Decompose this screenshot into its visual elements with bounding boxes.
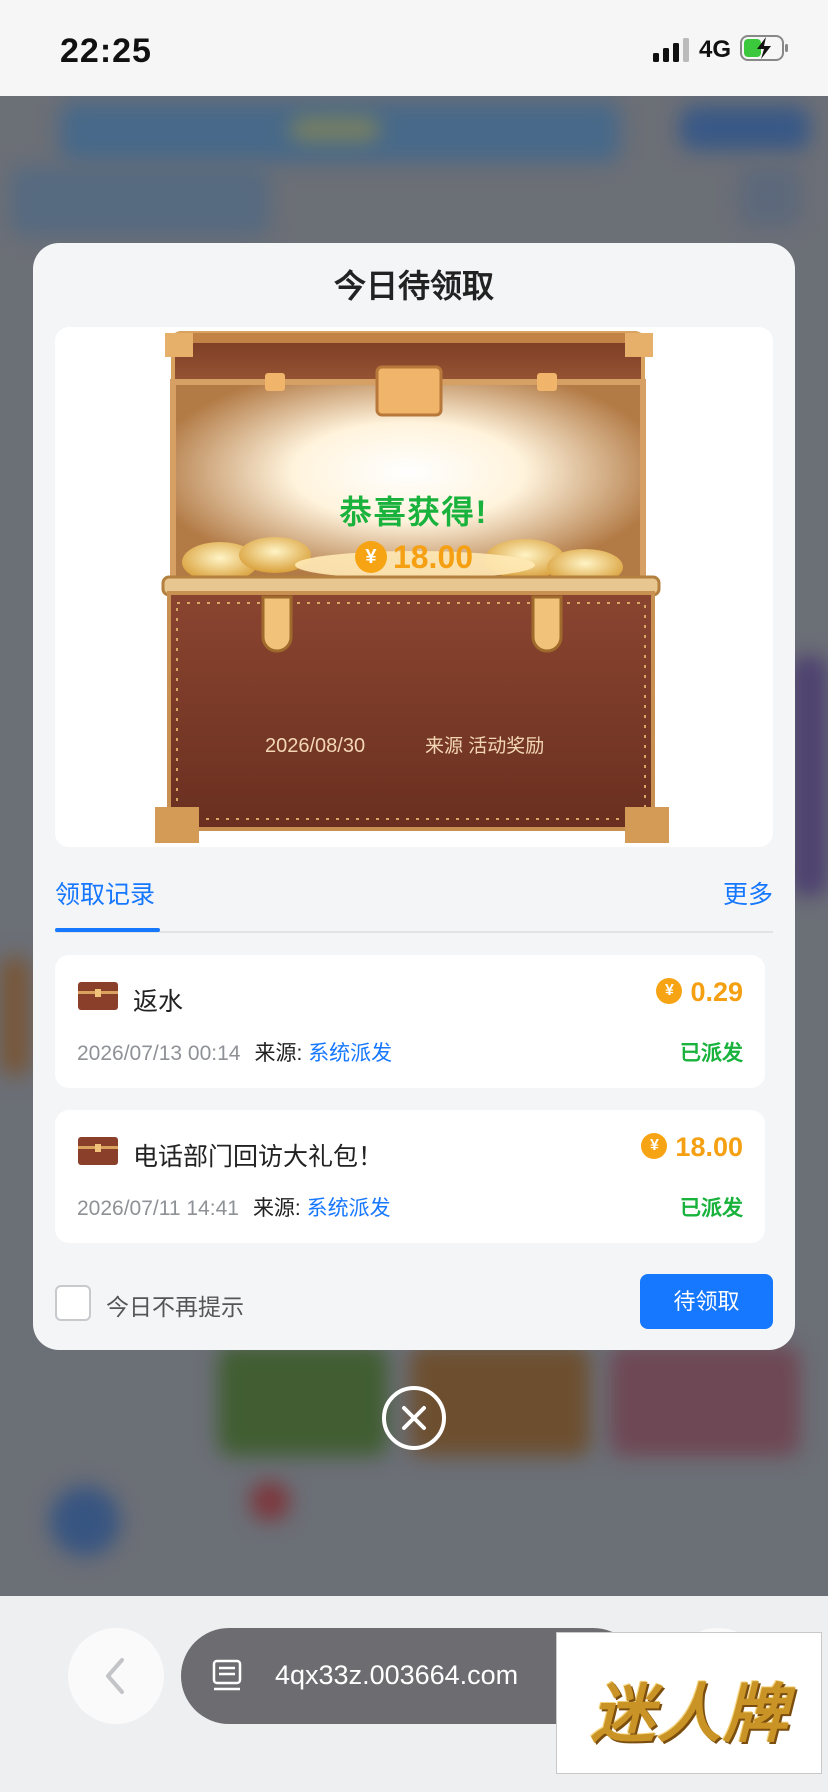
- rewards-modal: 今日待领取 恭喜获得! ¥ 18.00 2026/08/30 来源 活动奖励 领…: [33, 243, 795, 1350]
- record-item[interactable]: 电话部门回访大礼包！ ¥18.00 2026/07/11 14:41 来源: 系统…: [55, 1110, 765, 1243]
- claim-button[interactable]: 待领取: [640, 1274, 773, 1329]
- hero-amount-value: 18.00: [392, 539, 474, 575]
- record-amount-value: 18.00: [675, 1132, 743, 1162]
- record-title: 返水: [133, 988, 184, 1016]
- record-amount-value: 0.29: [690, 977, 743, 1007]
- record-source-label: 来源:: [254, 1042, 303, 1065]
- status-bar: 22:25 4G: [0, 0, 828, 96]
- record-item[interactable]: 返水 ¥0.29 2026/07/13 00:14 来源: 系统派发 已派发: [55, 955, 765, 1088]
- hero-source: 来源 活动奖励: [425, 736, 545, 757]
- hero-date: 2026/08/30: [265, 735, 366, 757]
- battery-charging-icon: [740, 35, 788, 61]
- record-status: 已派发: [680, 1197, 743, 1220]
- record-title: 电话部门回访大礼包！: [133, 1143, 384, 1171]
- yuan-coin-icon: ¥: [656, 977, 683, 1004]
- network-type: 4G: [699, 36, 732, 63]
- record-meta: 2026/07/13 00:14 来源: 系统派发: [77, 1037, 392, 1067]
- records-tabs: 领取记录 更多: [55, 863, 773, 933]
- dont-show-today-checkbox[interactable]: [55, 1285, 91, 1321]
- record-amount: ¥0.29: [656, 977, 743, 1008]
- treasure-chest-icon: [78, 1137, 118, 1165]
- chevron-left-icon: [106, 1658, 124, 1694]
- modal-title: 今日待领取: [333, 268, 494, 304]
- watermark-logo-text: 迷人牌: [591, 1678, 789, 1750]
- treasure-chest-banner: 恭喜获得! ¥18.00 2026/08/30 来源 活动奖励: [55, 327, 773, 847]
- browser-back-button[interactable]: [68, 1628, 164, 1724]
- record-amount: ¥18.00: [641, 1132, 743, 1163]
- yuan-coin-icon: ¥: [354, 540, 387, 573]
- dont-show-today-label[interactable]: 今日不再提示: [106, 1288, 244, 1322]
- status-time: 22:25: [60, 32, 152, 70]
- record-source: 系统派发: [308, 1042, 393, 1065]
- page-icon: [212, 1659, 242, 1691]
- record-source-label: 来源:: [252, 1197, 301, 1220]
- treasure-chest-icon: [78, 982, 118, 1010]
- record-status: 已派发: [680, 1042, 743, 1065]
- signal-icon: [653, 38, 689, 62]
- record-datetime: 2026/07/11 14:41: [77, 1197, 239, 1220]
- watermark-logo: 迷人牌: [556, 1632, 822, 1774]
- close-icon: [402, 1406, 426, 1430]
- record-source: 系统派发: [306, 1197, 391, 1220]
- record-meta: 2026/07/11 14:41 来源: 系统派发: [77, 1192, 391, 1222]
- yuan-coin-icon: ¥: [641, 1132, 668, 1159]
- record-datetime: 2026/07/13 00:14: [77, 1042, 241, 1065]
- url-text: 4qx33z.003664.com: [275, 1660, 519, 1690]
- close-modal-button[interactable]: [382, 1386, 446, 1450]
- more-link[interactable]: 更多: [723, 875, 773, 911]
- congrats-text: 恭喜获得!: [339, 494, 489, 530]
- hero-amount: ¥18.00: [55, 539, 773, 576]
- treasure-chest-illustration: [155, 331, 669, 843]
- tab-active-indicator: [55, 928, 160, 932]
- tab-claim-records[interactable]: 领取记录: [55, 875, 155, 911]
